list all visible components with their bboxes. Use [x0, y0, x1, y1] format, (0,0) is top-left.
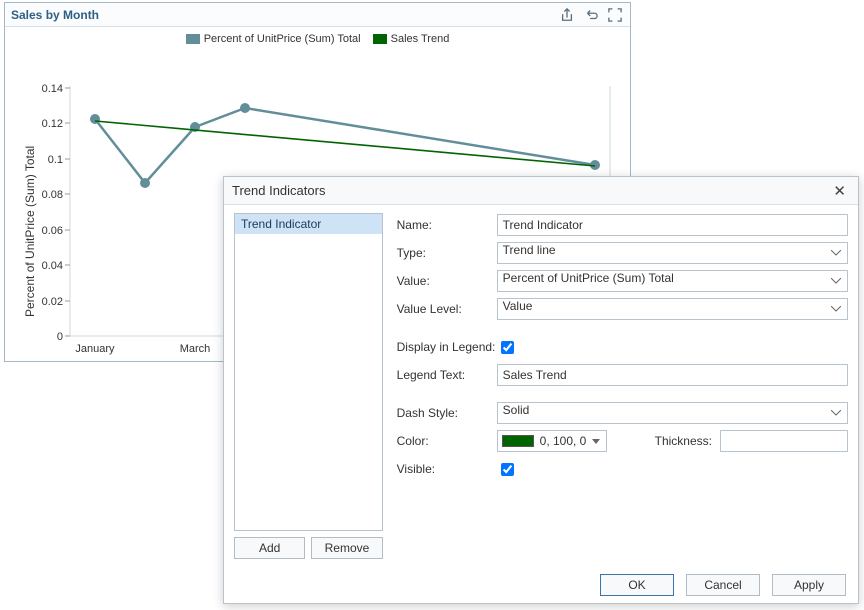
y-axis-title: Percent of UnitPrice (Sum) Total	[23, 146, 37, 317]
remove-button[interactable]: Remove	[311, 537, 382, 559]
thickness-stepper[interactable]: ▲▼	[720, 430, 848, 452]
color-picker[interactable]: 0, 100, 0	[497, 430, 607, 452]
svg-text:0.02: 0.02	[42, 296, 63, 308]
dialog-title: Trend Indicators	[232, 183, 325, 198]
value-label: Value:	[397, 274, 497, 288]
svg-text:January: January	[75, 343, 115, 355]
fullscreen-icon[interactable]	[606, 6, 624, 24]
color-text: 0, 100, 0	[540, 434, 587, 448]
legend-label-series: Percent of UnitPrice (Sum) Total	[204, 33, 361, 45]
indicator-list-column: Trend Indicator Add Remove	[234, 213, 383, 559]
thickness-label: Thickness:	[655, 434, 712, 448]
list-item[interactable]: Trend Indicator	[235, 214, 382, 234]
color-label: Color:	[397, 434, 497, 448]
legend-label-trend: Sales Trend	[391, 33, 450, 45]
trend-line	[95, 121, 595, 166]
legend-swatch-series	[186, 34, 200, 44]
type-select[interactable]: Trend line	[497, 242, 848, 264]
apply-button[interactable]: Apply	[772, 574, 846, 596]
name-input[interactable]	[497, 214, 848, 236]
export-icon[interactable]	[558, 6, 576, 24]
chart-toolbar	[558, 6, 624, 24]
dash-style-label: Dash Style:	[397, 406, 497, 420]
series-line	[95, 108, 595, 183]
svg-text:March: March	[180, 343, 211, 355]
visible-label: Visible:	[397, 462, 497, 476]
legend-item-series: Percent of UnitPrice (Sum) Total	[186, 33, 361, 45]
trend-indicators-dialog: Trend Indicators ✕ Trend Indicator Add R…	[223, 176, 859, 604]
legend-text-input[interactable]	[497, 364, 848, 386]
value-level-select[interactable]: Value	[497, 298, 848, 320]
svg-text:0.12: 0.12	[42, 118, 63, 130]
visible-checkbox[interactable]	[501, 463, 514, 476]
color-swatch	[502, 435, 534, 447]
svg-text:0.04: 0.04	[42, 260, 63, 272]
chart-legend: Percent of UnitPrice (Sum) Total Sales T…	[5, 27, 630, 45]
indicator-listbox[interactable]: Trend Indicator	[234, 213, 383, 531]
svg-text:0.1: 0.1	[48, 154, 63, 166]
svg-text:0.08: 0.08	[42, 189, 63, 201]
display-legend-checkbox[interactable]	[501, 341, 514, 354]
chart-title: Sales by Month	[11, 8, 99, 22]
svg-text:0.06: 0.06	[42, 225, 63, 237]
type-label: Type:	[397, 246, 497, 260]
display-legend-label: Display in Legend:	[397, 340, 497, 354]
value-level-label: Value Level:	[397, 302, 497, 316]
name-label: Name:	[397, 218, 497, 232]
value-select[interactable]: Percent of UnitPrice (Sum) Total	[497, 270, 848, 292]
dash-style-select[interactable]: Solid	[497, 402, 848, 424]
svg-text:0: 0	[57, 331, 63, 343]
close-icon[interactable]: ✕	[829, 182, 850, 200]
svg-text:0.14: 0.14	[42, 83, 63, 95]
legend-swatch-trend	[373, 34, 387, 44]
legend-item-trend: Sales Trend	[373, 33, 450, 45]
dialog-footer: OK Cancel Apply	[224, 567, 858, 603]
undo-icon[interactable]	[582, 6, 600, 24]
cancel-button[interactable]: Cancel	[686, 574, 760, 596]
ok-button[interactable]: OK	[600, 574, 674, 596]
indicator-form: Name: Type: Trend line Value: Percent of…	[397, 213, 848, 559]
legend-text-label: Legend Text:	[397, 368, 497, 382]
add-button[interactable]: Add	[234, 537, 305, 559]
dialog-titlebar[interactable]: Trend Indicators ✕	[224, 177, 858, 205]
dialog-body: Trend Indicator Add Remove Name: Type: T…	[224, 205, 858, 567]
thickness-input[interactable]	[721, 431, 864, 451]
chart-titlebar: Sales by Month	[5, 3, 630, 27]
